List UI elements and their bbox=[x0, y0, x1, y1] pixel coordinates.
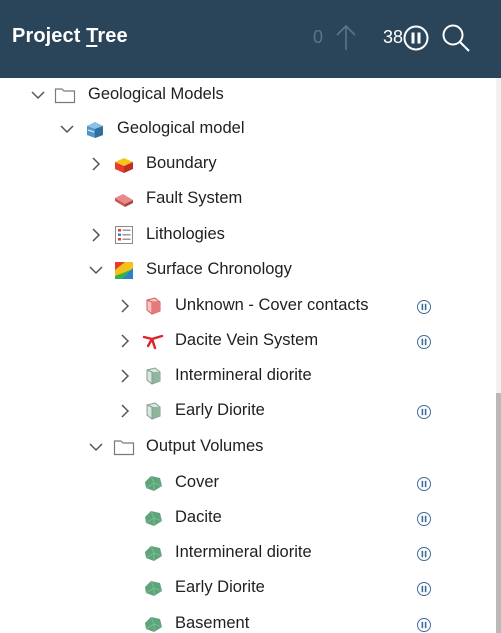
tree-item-basement[interactable]: Basement bbox=[0, 607, 496, 633]
vein-system-icon bbox=[142, 334, 164, 350]
intrusion-surface-icon bbox=[146, 402, 161, 420]
scrollbar-thumb[interactable] bbox=[496, 393, 501, 633]
tree-item-geological-models[interactable]: Geological Models bbox=[0, 78, 496, 112]
tree-item-surface-chronology[interactable]: Surface Chronology bbox=[0, 253, 496, 287]
chevron-down-icon[interactable] bbox=[88, 262, 104, 278]
folder-icon bbox=[113, 440, 135, 456]
pause-icon[interactable] bbox=[416, 617, 432, 633]
tree-item-label: Boundary bbox=[146, 154, 217, 172]
tree-item-early-diorite-volume[interactable]: Early Diorite bbox=[0, 571, 496, 605]
title-part: ree bbox=[97, 25, 128, 47]
chevron-down-icon[interactable] bbox=[30, 87, 46, 103]
volume-icon bbox=[145, 616, 163, 632]
chevron-down-icon[interactable] bbox=[88, 439, 104, 455]
geological-model-icon bbox=[87, 122, 103, 138]
chevron-right-icon[interactable] bbox=[117, 368, 133, 384]
pause-icon[interactable] bbox=[416, 334, 432, 350]
volume-icon bbox=[145, 545, 163, 561]
pause-icon[interactable] bbox=[416, 404, 432, 420]
tree-item-unknown-cover-contacts[interactable]: Unknown - Cover contacts bbox=[0, 289, 496, 323]
pause-icon[interactable] bbox=[416, 299, 432, 315]
volume-icon bbox=[145, 580, 163, 596]
tree-item-label: Basement bbox=[175, 614, 250, 632]
tree-item-label: Intermineral diorite bbox=[175, 366, 312, 384]
tree-item-early-diorite-surface[interactable]: Early Diorite bbox=[0, 394, 496, 428]
vertical-scrollbar[interactable] bbox=[496, 78, 501, 633]
chevron-right-icon[interactable] bbox=[88, 156, 104, 172]
tree-item-fault-system[interactable]: Fault System bbox=[0, 182, 496, 216]
panel-title: Project Tree bbox=[12, 25, 128, 48]
pause-icon[interactable] bbox=[402, 24, 430, 52]
up-count: 0 bbox=[313, 27, 324, 47]
paused-count: 38 bbox=[383, 27, 404, 47]
tree-item-label: Intermineral diorite bbox=[175, 543, 312, 561]
project-tree-header: Project Tree 0 38 bbox=[0, 0, 501, 78]
title-mnemonic: T bbox=[86, 25, 98, 47]
tree-item-label: Geological model bbox=[117, 119, 245, 137]
boundary-icon bbox=[115, 158, 133, 173]
tree-item-label: Cover bbox=[175, 473, 220, 491]
contact-surface-icon bbox=[146, 297, 161, 315]
tree-item-intermineral-diorite-surface[interactable]: Intermineral diorite bbox=[0, 359, 496, 393]
arrow-up-icon[interactable] bbox=[334, 22, 358, 52]
surface-chronology-icon bbox=[115, 262, 133, 279]
search-icon[interactable] bbox=[440, 22, 472, 54]
tree-item-label: Output Volumes bbox=[146, 437, 264, 455]
tree-item-geological-model[interactable]: Geological model bbox=[0, 112, 496, 146]
tree-item-dacite[interactable]: Dacite bbox=[0, 501, 496, 535]
tree-item-intermineral-diorite-volume[interactable]: Intermineral diorite bbox=[0, 536, 496, 570]
tree-item-label: Dacite Vein System bbox=[175, 331, 319, 349]
tree-item-boundary[interactable]: Boundary bbox=[0, 147, 496, 181]
tree-item-cover[interactable]: Cover bbox=[0, 466, 496, 500]
chevron-right-icon[interactable] bbox=[117, 298, 133, 314]
intrusion-surface-icon bbox=[146, 367, 161, 385]
tree-item-dacite-vein-system[interactable]: Dacite Vein System bbox=[0, 324, 496, 358]
folder-icon bbox=[54, 88, 76, 104]
project-tree: Geological Models Geological model Bound… bbox=[0, 78, 496, 633]
fault-system-icon bbox=[115, 194, 133, 207]
pause-icon[interactable] bbox=[416, 581, 432, 597]
chevron-right-icon[interactable] bbox=[88, 227, 104, 243]
pause-icon[interactable] bbox=[416, 546, 432, 562]
chevron-right-icon[interactable] bbox=[117, 403, 133, 419]
title-part: Project bbox=[12, 25, 87, 47]
chevron-down-icon[interactable] bbox=[59, 121, 75, 137]
tree-item-label: Geological Models bbox=[88, 85, 224, 103]
tree-item-label: Fault System bbox=[146, 189, 243, 207]
volume-icon bbox=[145, 475, 163, 491]
pause-icon[interactable] bbox=[416, 511, 432, 527]
tree-item-output-volumes[interactable]: Output Volumes bbox=[0, 430, 496, 464]
chevron-right-icon[interactable] bbox=[117, 333, 133, 349]
tree-item-label: Dacite bbox=[175, 508, 222, 526]
tree-item-label: Lithologies bbox=[146, 225, 225, 243]
lithologies-list-icon bbox=[115, 226, 133, 244]
tree-item-label: Unknown - Cover contacts bbox=[175, 296, 369, 314]
tree-item-lithologies[interactable]: Lithologies bbox=[0, 218, 496, 252]
tree-item-label: Surface Chronology bbox=[146, 260, 292, 278]
tree-item-label: Early Diorite bbox=[175, 401, 265, 419]
volume-icon bbox=[145, 510, 163, 526]
pause-icon[interactable] bbox=[416, 476, 432, 492]
tree-item-label: Early Diorite bbox=[175, 578, 265, 596]
